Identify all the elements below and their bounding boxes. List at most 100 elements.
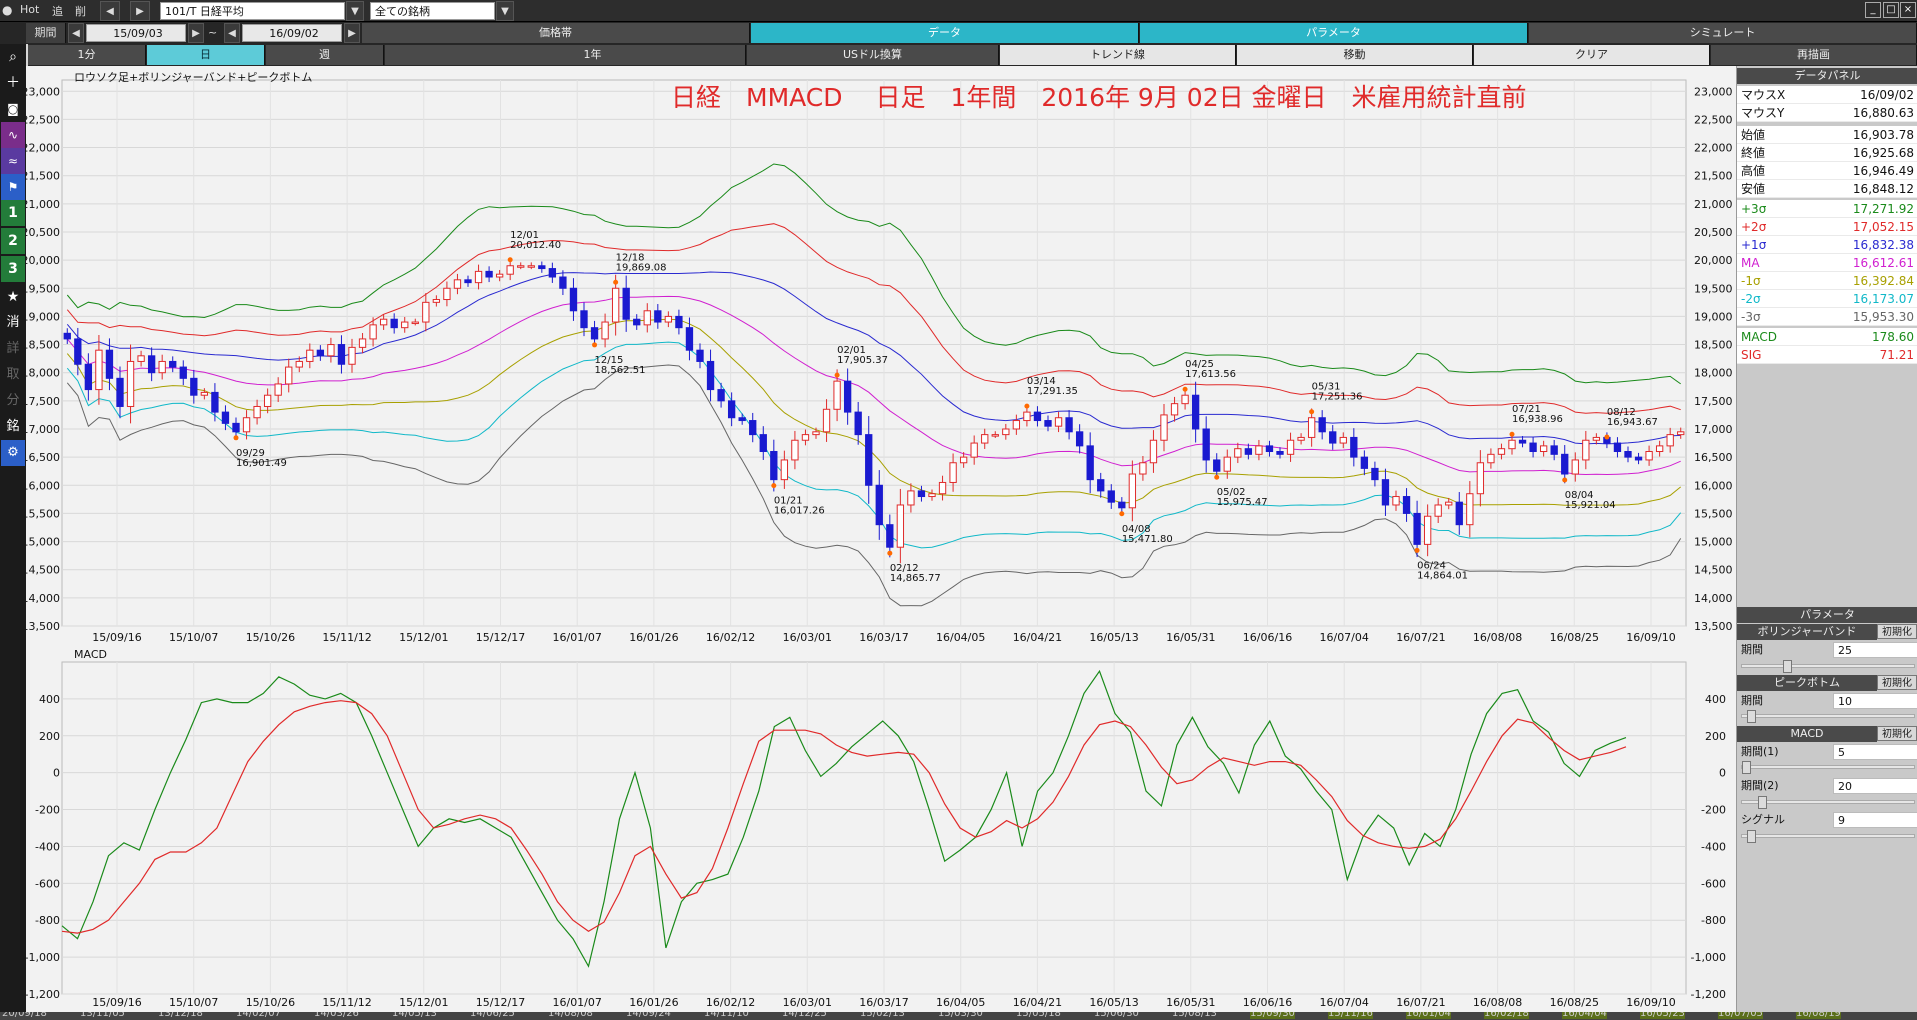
market-select[interactable]: 全ての銘柄 [370,2,495,20]
detail-button[interactable]: 詳 [1,336,25,362]
candle-body [1476,462,1485,495]
candle-body [1170,403,1179,416]
price-xtick: 15/12/01 [399,631,448,644]
date-to-prev-icon[interactable]: ◀ [224,23,240,43]
macd-p1-input[interactable]: 5 [1833,744,1917,760]
camera-icon[interactable]: ◙ [1,96,25,122]
macd-sig-slider-thumb[interactable] [1746,830,1756,843]
pb-period-slider[interactable] [1741,710,1915,723]
bb-period-slider[interactable] [1741,660,1915,673]
back-arrow-icon[interactable]: ◀ [100,1,120,21]
price-tick-right: 18,500 [1694,339,1733,352]
date-from-prev-icon[interactable]: ◀ [68,23,84,43]
data-panel: データパネル マウスX 16/09/02 マウスY 16,880.63 始値 16,903… [1736,66,1917,1012]
tab-1year[interactable]: 1年 [440,45,746,65]
candle-body [369,324,377,340]
candle-body [1582,439,1590,461]
overview-date: 15/06/30 [1094,1012,1139,1019]
price-tick-right: 21,500 [1694,170,1733,183]
trade-button[interactable]: 取 [1,362,25,388]
macd-tick-right: -800 [1701,914,1726,927]
candle-body [1402,496,1411,514]
tab-trendline[interactable]: トレンド線 [1000,45,1236,65]
candle-body [1023,411,1031,422]
pb-slider-thumb[interactable] [1746,710,1756,723]
bb-period-input[interactable]: 25 [1833,642,1917,658]
candle-body [1518,439,1527,444]
star-icon[interactable]: ★ [1,284,25,310]
tab-parameter[interactable]: パラメータ [1140,23,1528,43]
macd-xtick: 16/06/16 [1243,996,1292,1009]
close-icon[interactable]: × [1900,2,1916,18]
preset-2-button[interactable]: 2 [1,228,25,254]
candle-body [147,355,156,374]
pb-period-input[interactable]: 10 [1833,693,1917,709]
price-xtick: 15/10/26 [246,631,295,644]
price-xtick: 16/07/04 [1319,631,1368,644]
candle-body [1466,493,1474,526]
tab-usd-convert[interactable]: USドル換算 [747,45,999,65]
stock-button[interactable]: 銘 [1,414,25,440]
settings-icon[interactable]: ⚙ [1,440,25,466]
tab-move[interactable]: 移動 [1237,45,1473,65]
macd-tick-left: -200 [35,804,60,817]
tab-1min[interactable]: 1分 [28,45,146,65]
macd-p2-slider-thumb[interactable] [1758,796,1768,809]
data-row: +3σ 17,271.92 [1737,200,1917,218]
chart-line-icon[interactable]: ∿ [1,122,25,148]
zoom-icon[interactable]: ⌕ [1,44,25,70]
candle-body [137,355,145,362]
add-button[interactable]: 追 [52,3,63,19]
candle-body [1592,436,1601,441]
candle-body [1097,479,1105,492]
delete-button[interactable]: 削 [75,3,86,19]
candle-body [169,360,177,368]
macd-p2-slider[interactable] [1741,796,1915,809]
macd-p1-slider-thumb[interactable] [1742,761,1751,774]
chart-area[interactable]: 23,000 23,000 22,500 22,500 22,000 22,000 21,5… [26,66,1736,1012]
bb-slider-thumb[interactable] [1783,660,1792,673]
code-input[interactable]: 101/T 日経平均 [160,2,345,20]
preset-3-button[interactable]: 3 [1,256,25,282]
overview-scrollbar[interactable]: 20/09/18 13/11/05 13/12/18 14/02/07 14/03/26… [0,1012,1917,1020]
preset-1-button[interactable]: 1 [1,200,25,226]
candle-body [886,524,894,548]
indicator-icon[interactable]: ≈ [1,148,25,174]
date-from-input[interactable]: 15/09/03 [86,24,186,42]
macd-p1-slider[interactable] [1741,761,1915,774]
tab-redraw[interactable]: 再描画 [1711,45,1917,65]
price-tick-right: 13,500 [1694,620,1733,633]
erase-button[interactable]: 消 [1,310,25,336]
macd-reset-button[interactable]: 初期化 [1877,726,1917,741]
market-dropdown-icon[interactable]: ▼ [496,1,514,21]
tab-daily[interactable]: 日 [147,45,265,65]
candle-body [453,279,462,289]
macd-xtick: 16/04/21 [1013,996,1062,1009]
tab-simulate[interactable]: シミュレート [1529,23,1917,43]
hot-button[interactable]: Hot [20,3,39,16]
crosshair-icon[interactable]: ＋ [1,70,25,96]
bb-reset-button[interactable]: 初期化 [1877,624,1917,639]
chart-svg[interactable]: 23,000 23,000 22,500 22,500 22,000 22,000 21,5… [26,66,1736,1012]
pb-reset-button[interactable]: 初期化 [1877,675,1917,690]
macd-p2-input[interactable]: 20 [1833,778,1917,794]
tab-data[interactable]: データ [751,23,1139,43]
period-label: 期間 [26,23,66,43]
candle-body [306,349,314,362]
tab-price-band[interactable]: 価格帯 [362,23,750,43]
bulb-icon[interactable]: ● [2,2,16,18]
date-to-input[interactable]: 16/09/02 [242,24,342,42]
date-to-next-icon[interactable]: ▶ [344,23,360,43]
minimize-icon[interactable]: _ [1865,2,1881,18]
maximize-icon[interactable]: □ [1883,2,1899,18]
flag-icon[interactable]: ⚑ [1,174,25,200]
forward-arrow-icon[interactable]: ▶ [130,1,150,21]
code-dropdown-icon[interactable]: ▼ [346,1,364,21]
data-row-value: 16/09/02 [1860,88,1914,102]
date-from-next-icon[interactable]: ▶ [188,23,204,43]
macd-sig-slider[interactable] [1741,830,1915,843]
tab-clear[interactable]: クリア [1474,45,1710,65]
split-button[interactable]: 分 [1,388,25,414]
macd-sig-input[interactable]: 9 [1833,812,1917,828]
tab-weekly[interactable]: 週 [266,45,384,65]
